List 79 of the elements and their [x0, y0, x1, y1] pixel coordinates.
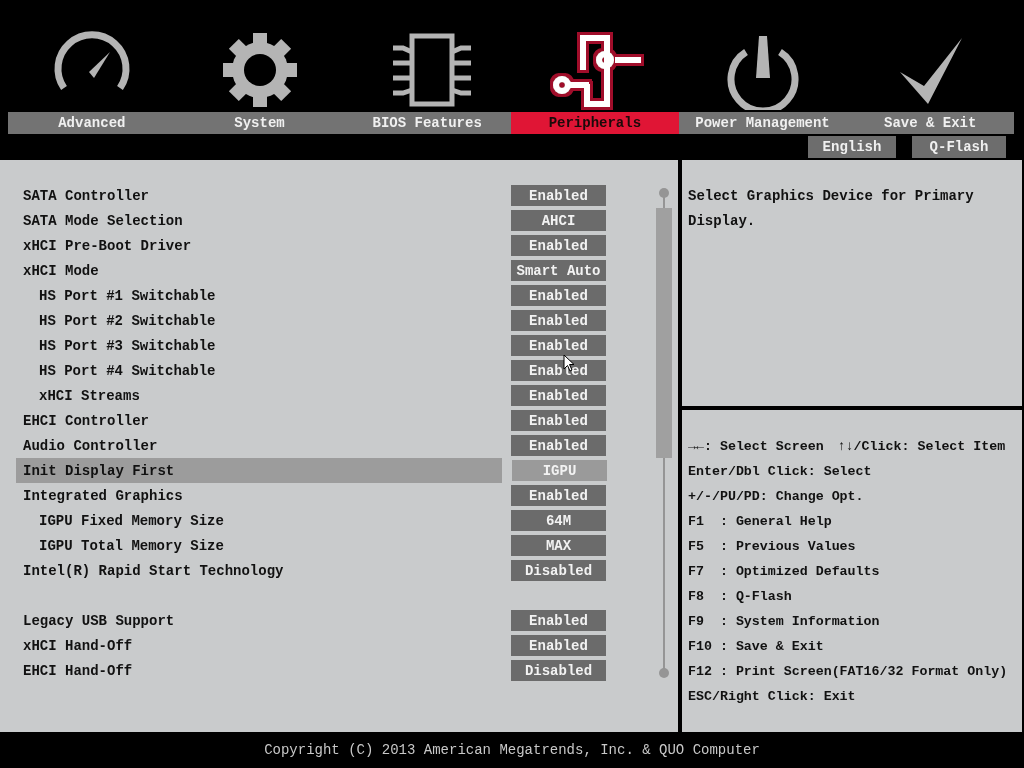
value-button[interactable]: MAX [511, 535, 606, 556]
scrollbar[interactable] [656, 188, 672, 678]
setting-row[interactable]: Audio Controller Enabled [16, 433, 606, 458]
tab[interactable]: Power Management [678, 112, 847, 134]
setting-row[interactable]: SATA Controller Enabled [16, 183, 606, 208]
setting-label: EHCI Controller [23, 412, 150, 429]
tab[interactable]: Save & Exit [846, 112, 1015, 134]
value-button[interactable]: Disabled [511, 560, 606, 581]
setting-row[interactable]: xHCI Hand-Off Enabled [16, 633, 606, 658]
key-help-text: F8 : Q-Flash [688, 589, 792, 604]
key-help-text: +/-/PU/PD: Change Opt. [688, 489, 864, 504]
setting-label: xHCI Hand-Off [23, 637, 133, 654]
setting-label: xHCI Mode [23, 262, 99, 279]
setting-label: HS Port #1 Switchable [38, 287, 216, 304]
flash-button[interactable]: Q-Flash [912, 136, 1006, 158]
setting-row[interactable]: EHCI Controller Enabled [16, 408, 606, 433]
key-help-text: F5 : Previous Values [688, 539, 856, 554]
value-button[interactable]: Enabled [511, 235, 606, 256]
key-help-text: F12 : Print Screen(FAT16/32 Format Only) [688, 664, 1008, 679]
setting-row[interactable]: HS Port #4 Switchable Enabled [16, 358, 606, 383]
setting-label: SATA Mode Selection [23, 212, 183, 229]
tab[interactable]: Peripherals [511, 112, 679, 134]
setting-row[interactable]: Integrated Graphics Enabled [16, 483, 606, 508]
value-button[interactable]: Disabled [511, 660, 606, 681]
setting-label: IGPU Total Memory Size [38, 537, 224, 554]
setting-label: SATA Controller [23, 187, 150, 204]
setting-label: Intel(R) Rapid Start Technology [23, 562, 284, 579]
key-help-text: Enter/Dbl Click: Select [688, 464, 872, 479]
value-button[interactable]: Enabled [511, 410, 606, 431]
setting-label: Audio Controller [23, 437, 158, 454]
key-help-text: ESC/Right Click: Exit [688, 689, 856, 704]
key-help-text: F1 : General Help [688, 514, 832, 529]
key-help-text: F7 : Optimized Defaults [688, 564, 880, 579]
setting-row[interactable]: EHCI Hand-Off Disabled [16, 658, 606, 683]
setting-row[interactable]: Intel(R) Rapid Start Technology Disabled [16, 558, 606, 583]
setting-label: Legacy USB Support [23, 612, 175, 629]
setting-row[interactable]: HS Port #3 Switchable Enabled [16, 333, 606, 358]
value-button[interactable]: Enabled [511, 485, 606, 506]
setting-label: Init Display First [23, 462, 175, 479]
value-button[interactable]: Enabled [511, 310, 606, 331]
setting-row[interactable]: HS Port #1 Switchable Enabled [16, 283, 606, 308]
key-help-text: ↑↓/Click: Select Item [837, 439, 1006, 454]
setting-row[interactable]: HS Port #2 Switchable Enabled [16, 308, 606, 333]
copyright-text: Copyright (C) 2013 American Megatrends, Inc. & QUO Computer [264, 742, 760, 758]
setting-row[interactable]: Legacy USB Support Enabled [16, 608, 606, 633]
language-button[interactable]: English [808, 136, 896, 158]
value-button[interactable]: Enabled [511, 435, 606, 456]
tab[interactable]: Advanced [8, 112, 176, 134]
value-button[interactable]: IGPU [512, 460, 607, 481]
setting-row[interactable]: xHCI Mode Smart Auto [16, 258, 606, 283]
value-button[interactable]: 64M [511, 510, 606, 531]
setting-row[interactable]: IGPU Total Memory Size MAX [16, 533, 606, 558]
setting-label: HS Port #2 Switchable [38, 312, 216, 329]
value-button[interactable]: Enabled [511, 185, 606, 206]
setting-row[interactable]: xHCI Pre-Boot Driver Enabled [16, 233, 606, 258]
setting-row[interactable]: SATA Mode Selection AHCI [16, 208, 606, 233]
setting-label: xHCI Pre-Boot Driver [23, 237, 192, 254]
key-help-text: →←: Select Screen [688, 439, 824, 454]
setting-label: HS Port #3 Switchable [38, 337, 216, 354]
value-button[interactable]: Enabled [511, 385, 606, 406]
value-button[interactable]: Enabled [511, 360, 606, 381]
setting-label: Integrated Graphics [23, 487, 183, 504]
setting-label: IGPU Fixed Memory Size [38, 512, 224, 529]
value-button[interactable]: Enabled [511, 285, 606, 306]
value-button[interactable]: Enabled [511, 610, 606, 631]
key-help-text: F10 : Save & Exit [688, 639, 824, 654]
setting-label: xHCI Streams [38, 387, 140, 404]
setting-row[interactable]: xHCI Streams Enabled [16, 383, 606, 408]
key-help-text: F9 : System Information [688, 614, 880, 629]
value-button[interactable]: Enabled [511, 635, 606, 656]
tab[interactable]: BIOS Features [343, 112, 511, 134]
setting-row[interactable]: IGPU Fixed Memory Size 64M [16, 508, 606, 533]
value-button[interactable]: Enabled [511, 335, 606, 356]
setting-label: EHCI Hand-Off [23, 662, 133, 679]
setting-label: HS Port #4 Switchable [38, 362, 216, 379]
help-text: Select Graphics Device for Primary Display. [688, 187, 975, 231]
tab[interactable]: System [175, 112, 344, 134]
value-button[interactable]: AHCI [511, 210, 606, 231]
value-button[interactable]: Smart Auto [511, 260, 606, 281]
